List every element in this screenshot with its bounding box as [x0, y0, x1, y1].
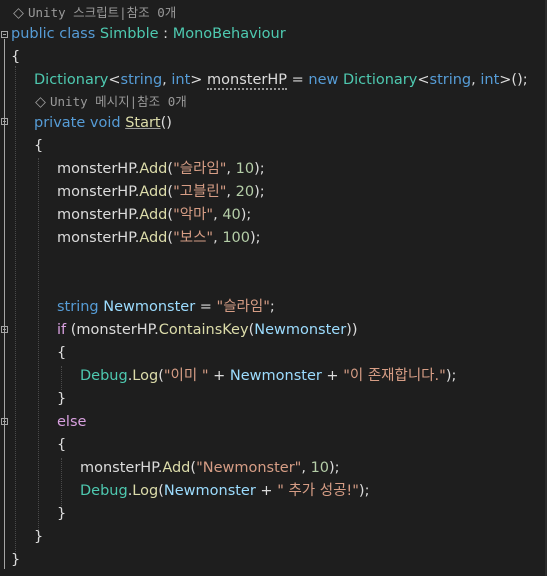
indent-guide — [15, 66, 16, 552]
method-name-start: Start — [125, 115, 161, 131]
field-name: monsterHP — [207, 72, 288, 90]
unity-cube-icon — [35, 97, 46, 108]
unity-cube-icon — [13, 8, 24, 19]
indent-guide — [61, 458, 62, 506]
code-editor[interactable]: Unity 스크립트|참조 0개 public class Simbble : … — [0, 0, 547, 576]
indent-guide — [38, 158, 39, 530]
codelens-method-references[interactable]: Unity 메시지|참조 0개 — [35, 93, 187, 111]
type-dictionary: Dictionary — [34, 72, 109, 88]
fold-toggle-class[interactable] — [1, 31, 8, 38]
code-line-else-close-brace[interactable]: } — [57, 504, 66, 525]
code-line-add-goblin[interactable]: monsterHP.Add("고블린", 20); — [57, 182, 265, 203]
code-line-add-boss[interactable]: monsterHP.Add("보스", 100); — [57, 228, 261, 249]
code-line-if-open-brace[interactable]: { — [57, 343, 66, 364]
fold-gutter — [0, 0, 12, 576]
code-line-if-close-brace[interactable]: } — [57, 389, 66, 410]
code-line-method-declaration[interactable]: private void Start() — [34, 113, 172, 134]
code-line-debug-log-exists[interactable]: Debug.Log("이미 " + Newmonster + "이 존재합니다.… — [80, 366, 456, 387]
code-line-class-declaration[interactable]: public class Simbble : MonoBehaviour — [11, 24, 286, 45]
code-line-add-slime[interactable]: monsterHP.Add("슬라임", 10); — [57, 159, 265, 180]
fold-toggle-start[interactable] — [1, 118, 8, 125]
base-class-name: MonoBehaviour — [172, 26, 286, 42]
code-line-local-variable[interactable]: string Newmonster = "슬라임"; — [57, 297, 275, 318]
class-name: Simbble — [99, 26, 159, 42]
code-line-debug-log-success[interactable]: Debug.Log(Newmonster + " 추가 성공!"); — [80, 481, 369, 502]
fold-toggle-if[interactable] — [1, 326, 8, 333]
keyword-public: public — [11, 26, 55, 42]
code-line-field-declaration[interactable]: Dictionary<string, int> monsterHP = new … — [34, 70, 528, 91]
code-line-add-demon[interactable]: monsterHP.Add("악마", 40); — [57, 205, 251, 226]
local-variable-name: Newmonster — [103, 299, 196, 315]
code-line-if-condition[interactable]: if (monsterHP.ContainsKey(Newmonster)) — [57, 320, 358, 341]
code-line-add-newmonster[interactable]: monsterHP.Add("Newmonster", 10); — [80, 458, 340, 479]
code-line-class-close-brace[interactable]: } — [11, 550, 20, 571]
indent-guide — [61, 366, 62, 390]
code-line-class-open-brace[interactable]: { — [11, 47, 20, 68]
code-line-method-close-brace[interactable]: } — [34, 527, 43, 548]
keyword-class: class — [59, 26, 96, 42]
code-line-else-open-brace[interactable]: { — [57, 435, 66, 456]
codelens-class-references[interactable]: Unity 스크립트|참조 0개 — [13, 4, 176, 22]
fold-toggle-else[interactable] — [1, 418, 8, 425]
code-line-method-open-brace[interactable]: { — [34, 136, 43, 157]
code-line-else[interactable]: else — [57, 412, 86, 433]
